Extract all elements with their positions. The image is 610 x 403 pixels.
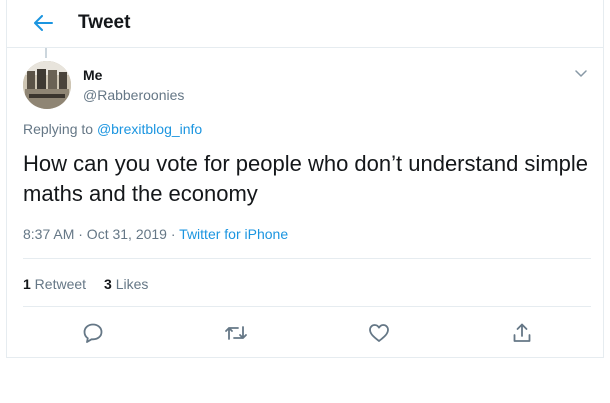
tweet-stats: 1 Retweet 3 Likes bbox=[23, 276, 148, 292]
chevron-down-icon bbox=[575, 70, 587, 77]
likes-stat[interactable]: 3 Likes bbox=[104, 276, 148, 292]
comment-icon bbox=[83, 323, 103, 343]
heart-icon bbox=[369, 324, 389, 342]
retweets-count: 1 bbox=[23, 276, 31, 292]
tweet-timestamp[interactable]: 8:37 AM · Oct 31, 2019 · bbox=[23, 226, 179, 242]
reply-mention-link[interactable]: @brexitblog_info bbox=[97, 121, 202, 137]
reply-button[interactable] bbox=[80, 320, 106, 346]
tweet-actions bbox=[7, 318, 603, 348]
replying-to-line: Replying to @brexitblog_info bbox=[23, 121, 202, 137]
retweet-button[interactable] bbox=[223, 320, 249, 346]
avatar-image bbox=[23, 61, 71, 109]
page-header: Tweet bbox=[7, 0, 603, 48]
arrow-left-icon bbox=[34, 15, 53, 31]
tweet-source-link[interactable]: Twitter for iPhone bbox=[179, 226, 288, 242]
avatar[interactable] bbox=[23, 61, 71, 109]
page-title: Tweet bbox=[78, 12, 131, 33]
like-button[interactable] bbox=[366, 320, 392, 346]
share-icon bbox=[513, 323, 531, 342]
tweet-meta: 8:37 AM · Oct 31, 2019 · Twitter for iPh… bbox=[23, 226, 288, 242]
tweet-text: How can you vote for people who don’t un… bbox=[23, 151, 589, 206]
retweets-stat[interactable]: 1 Retweet bbox=[23, 276, 86, 292]
likes-label: Likes bbox=[111, 276, 149, 292]
author-name[interactable]: Me bbox=[83, 67, 102, 83]
more-options-button[interactable] bbox=[571, 66, 591, 82]
replying-prefix: Replying to bbox=[23, 121, 97, 137]
retweets-label: Retweet bbox=[30, 276, 87, 292]
retweet-icon bbox=[225, 326, 247, 340]
share-button[interactable] bbox=[509, 320, 535, 346]
divider bbox=[23, 258, 591, 259]
divider bbox=[23, 306, 591, 307]
author-handle[interactable]: @Rabberoonies bbox=[83, 87, 184, 103]
likes-count: 3 bbox=[104, 276, 112, 292]
back-button[interactable] bbox=[29, 10, 57, 36]
tweet-detail-panel: Tweet Me @Rabberoonies Replying to @brex… bbox=[6, 0, 604, 358]
thread-connector-line bbox=[45, 48, 47, 58]
